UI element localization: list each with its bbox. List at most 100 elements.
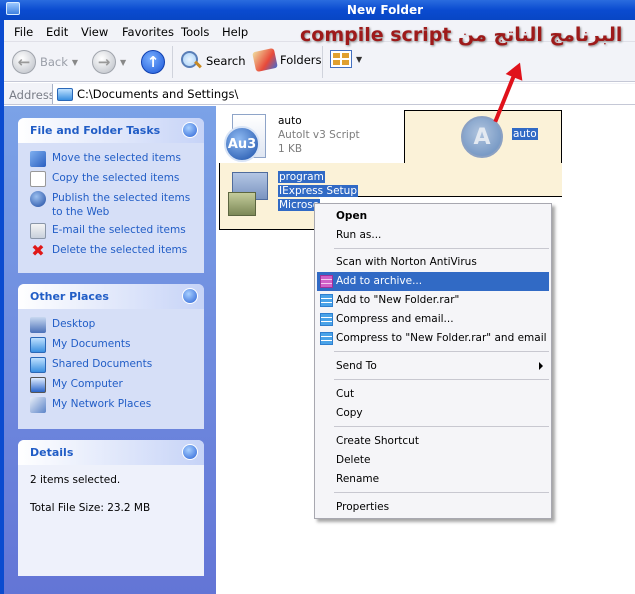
panel-title: File and Folder Tasks [30,124,161,137]
back-dropdown-icon[interactable]: ▼ [72,58,78,67]
menu-item-cut[interactable]: Cut [317,385,549,404]
toolbar-separator [172,46,173,78]
file-size: 1 KB [278,143,303,155]
panel-header[interactable]: Details [18,440,204,465]
up-button[interactable]: ↑ [141,50,165,74]
folders-icon [252,47,278,73]
task-publish[interactable]: Publish the selected items to the Web [30,191,194,219]
panel-title: Other Places [30,290,109,303]
search-button[interactable]: Search [180,50,246,72]
menu-tools[interactable]: Tools [181,25,209,39]
file-type: IExpress Setup [278,185,358,197]
task-label: Copy the selected items [52,172,180,184]
menu-item-scan-norton[interactable]: Scan with Norton AntiVirus [317,253,549,272]
task-label: Move the selected items [52,152,181,164]
menu-item-delete[interactable]: Delete [317,451,549,470]
menu-edit[interactable]: Edit [46,25,68,39]
address-path: C:\Documents and Settings\ [77,87,239,101]
menu-separator [334,379,549,380]
menu-item-add-to-rar[interactable]: Add to "New Folder.rar" [317,291,549,310]
network-places-icon [30,397,46,413]
back-arrow-icon: ← [12,50,36,74]
task-label: Delete the selected items [52,244,188,256]
menu-item-rename[interactable]: Rename [317,470,549,489]
address-bar: Address C:\Documents and Settings\ [4,83,635,105]
file-name: auto [278,115,302,127]
place-shared-documents[interactable]: Shared Documents [30,357,194,373]
folders-label: Folders [280,53,322,67]
panel-header[interactable]: File and Folder Tasks [18,118,204,143]
place-label: My Computer [52,378,123,390]
views-dropdown-icon[interactable]: ▼ [356,55,362,64]
desktop-icon [30,317,46,333]
up-arrow-icon: ↑ [141,50,165,74]
my-documents-icon [30,337,46,353]
file-type: AutoIt v3 Script [278,129,360,141]
task-move[interactable]: Move the selected items [30,151,194,167]
menu-help[interactable]: Help [222,25,248,39]
menu-favorites[interactable]: Favorites [122,25,174,39]
folder-icon [57,87,73,101]
globe-icon [30,191,46,207]
shared-folder-icon [30,357,46,373]
folders-button[interactable]: Folders [252,47,322,73]
search-icon [180,50,202,72]
place-label: Desktop [52,318,96,330]
menu-item-create-shortcut[interactable]: Create Shortcut [317,432,549,451]
menu-item-compress-rar-email[interactable]: Compress to "New Folder.rar" and email [317,329,549,348]
file-name: program [278,171,325,183]
winrar-icon [320,313,333,326]
menu-item-compress-email[interactable]: Compress and email... [317,310,549,329]
place-network[interactable]: My Network Places [30,397,194,413]
toolbar: ← Back ▼ → ▼ ↑ Search Folders ▼ [4,42,635,82]
email-icon [30,223,46,239]
task-delete[interactable]: ✖ Delete the selected items [30,243,194,259]
place-label: Shared Documents [52,358,153,370]
search-label: Search [206,54,246,68]
winrar-icon [320,294,333,307]
views-icon [330,50,352,68]
place-label: My Network Places [52,398,152,410]
place-desktop[interactable]: Desktop [30,317,194,333]
forward-dropdown-icon[interactable]: ▼ [120,58,126,67]
title-bar: New Folder [0,0,635,20]
collapse-chevron-icon[interactable] [182,288,198,304]
place-label: My Documents [52,338,131,350]
menu-item-copy[interactable]: Copy [317,404,549,423]
menu-item-run-as[interactable]: Run as... [317,226,549,245]
place-my-documents[interactable]: My Documents [30,337,194,353]
total-file-size: Total File Size: 23.2 MB [30,502,151,514]
move-icon [30,151,46,167]
task-label: Publish the selected items to the Web [52,192,191,218]
copy-icon [30,171,46,187]
collapse-chevron-icon[interactable] [182,122,198,138]
autoit-script-icon: Au3 [224,114,272,162]
panel-title: Details [30,446,74,459]
menu-view[interactable]: View [81,25,108,39]
menu-item-add-to-archive[interactable]: Add to archive... [317,272,549,291]
menu-item-open[interactable]: Open [317,207,549,226]
iexpress-setup-icon [224,170,272,218]
menu-separator [334,248,549,249]
address-input[interactable]: C:\Documents and Settings\ [52,84,635,104]
menu-file[interactable]: File [14,25,33,39]
forward-arrow-icon: → [92,50,116,74]
forward-button[interactable]: → ▼ [92,50,126,74]
task-email[interactable]: E-mail the selected items [30,223,194,239]
menu-item-send-to[interactable]: Send To [317,357,549,376]
drag-ghost-label: auto [512,128,538,140]
back-button[interactable]: ← Back ▼ [12,50,78,74]
computer-icon [30,377,46,393]
selection-count: 2 items selected. [30,474,121,486]
collapse-chevron-icon[interactable] [182,444,198,460]
task-label: E-mail the selected items [52,224,186,236]
file-folder-tasks-panel: File and Folder Tasks Move the selected … [18,118,204,273]
views-button[interactable]: ▼ [330,50,362,68]
arabic-annotation: البرنامج الناتج من compile script [300,24,623,46]
place-my-computer[interactable]: My Computer [30,377,194,393]
menu-item-properties[interactable]: Properties [317,498,549,517]
panel-header[interactable]: Other Places [18,284,204,309]
back-label: Back [40,55,68,69]
task-copy[interactable]: Copy the selected items [30,171,194,187]
file-item-auto[interactable]: Au3 auto AutoIt v3 Script 1 KB [224,114,360,162]
